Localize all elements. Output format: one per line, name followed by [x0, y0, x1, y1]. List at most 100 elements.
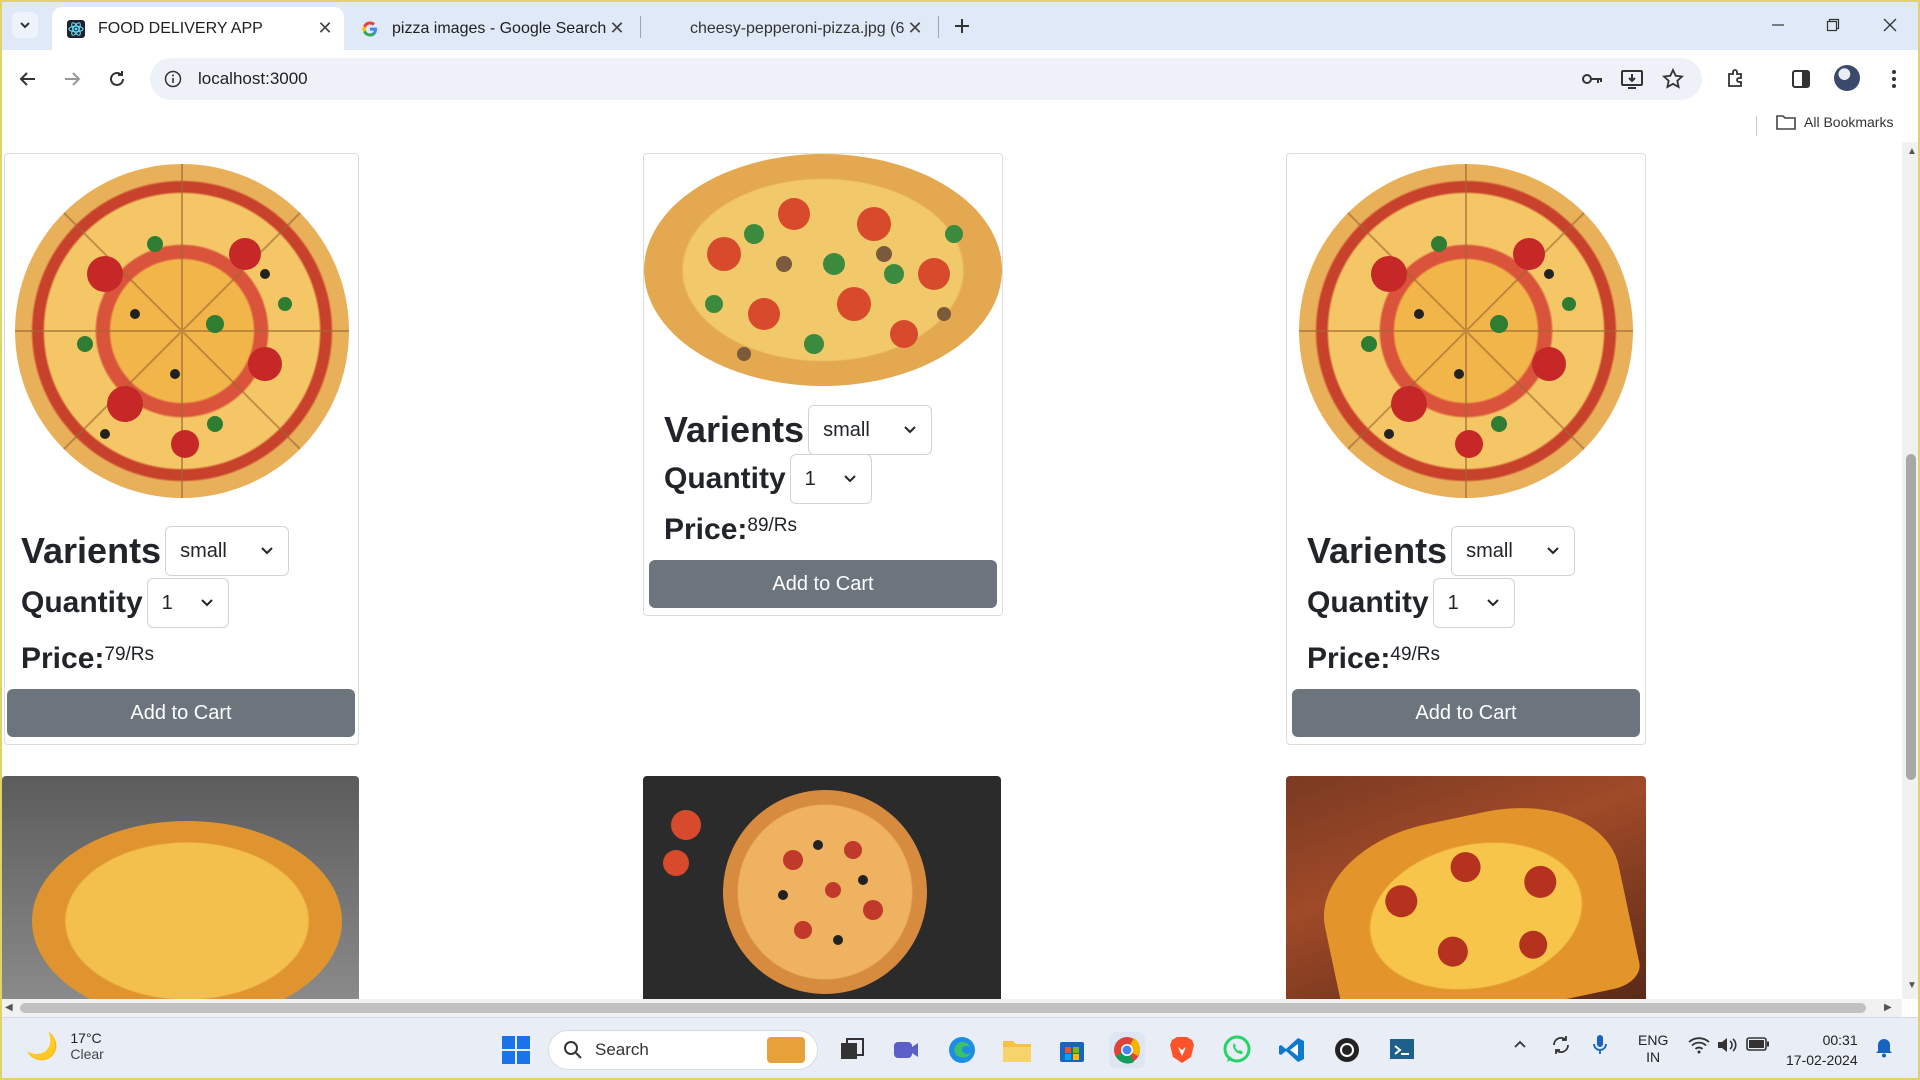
close-window-button[interactable]: [1870, 10, 1910, 40]
edge-icon[interactable]: [944, 1032, 980, 1068]
chevron-down-icon: [904, 426, 916, 434]
tab-title: pizza images - Google Search: [392, 19, 606, 37]
file-explorer-icon[interactable]: [999, 1032, 1035, 1068]
quantity-row: Quantity 1: [664, 454, 872, 504]
quantity-row: Quantity 1: [21, 578, 229, 628]
variant-value: small: [823, 418, 870, 441]
variant-select[interactable]: small: [165, 526, 290, 576]
side-panel-icon[interactable]: [1787, 65, 1815, 93]
scroll-left-arrow[interactable]: ◀: [5, 1002, 13, 1013]
pizza-photo-margherita: [2, 776, 359, 999]
price-value: 79/Rs: [104, 644, 155, 665]
whatsapp-icon[interactable]: [1219, 1032, 1255, 1068]
close-icon[interactable]: ✕: [904, 18, 926, 40]
restore-button[interactable]: [1813, 10, 1853, 40]
battery-icon[interactable]: [1746, 1037, 1770, 1054]
taskbar: 🌙 17°C Clear Search ENG IN 00:31 17-02-2…: [0, 1017, 1920, 1080]
time-text: 00:31: [1822, 1032, 1858, 1048]
add-to-cart-button[interactable]: Add to Cart: [1292, 689, 1640, 737]
back-button[interactable]: [12, 63, 44, 95]
tab-food-delivery[interactable]: FOOD DELIVERY APP ✕: [52, 7, 344, 50]
horizontal-scrollbar[interactable]: ◀ ▶: [0, 999, 1902, 1017]
tab-google-search[interactable]: pizza images - Google Search ✕: [346, 7, 636, 50]
chrome-icon[interactable]: [1109, 1032, 1145, 1068]
extensions-icon[interactable]: [1722, 65, 1750, 93]
remote-desktop-icon[interactable]: [1384, 1032, 1420, 1068]
quantity-select[interactable]: 1: [789, 454, 872, 504]
vertical-scroll-thumb[interactable]: [1906, 454, 1916, 780]
close-icon[interactable]: ✕: [606, 18, 628, 40]
language-indicator[interactable]: ENG IN: [1638, 1032, 1668, 1066]
profile-avatar[interactable]: [1834, 65, 1860, 91]
variant-label: Varients: [21, 530, 162, 571]
variant-row: Varients small: [664, 405, 933, 455]
search-label: Search: [595, 1040, 649, 1059]
horizontal-scroll-thumb[interactable]: [20, 1003, 1866, 1013]
install-app-icon[interactable]: [1618, 65, 1646, 93]
volume-icon[interactable]: [1716, 1036, 1738, 1057]
forward-button[interactable]: [56, 63, 88, 95]
add-to-cart-button[interactable]: Add to Cart: [649, 560, 997, 608]
tomato-decoration: [663, 850, 689, 876]
price-value: 89/Rs: [747, 515, 798, 536]
taskbar-search[interactable]: Search: [548, 1030, 818, 1070]
chevron-up-icon[interactable]: [1512, 1036, 1528, 1055]
bookmarks-bar: All Bookmarks: [0, 108, 1920, 142]
arrow-left-icon: [19, 72, 35, 86]
tab-search-button[interactable]: [12, 12, 38, 38]
variant-value: small: [180, 539, 227, 562]
quantity-select[interactable]: 1: [1432, 578, 1515, 628]
meet-icon[interactable]: [888, 1032, 924, 1068]
url-text: localhost:3000: [198, 69, 308, 88]
windows-start-icon[interactable]: [498, 1032, 534, 1068]
scroll-up-arrow[interactable]: ▲: [1907, 146, 1917, 157]
quantity-select[interactable]: 1: [146, 578, 229, 628]
tab-pizza-image[interactable]: cheesy-pepperoni-pizza.jpg (61 ✕: [644, 7, 934, 50]
close-icon[interactable]: ✕: [314, 18, 336, 40]
region-code: IN: [1646, 1049, 1661, 1065]
google-icon: [360, 19, 380, 39]
sync-icon[interactable]: [1550, 1034, 1572, 1059]
minimize-icon: [1772, 24, 1784, 26]
price-row: Price: 89/Rs: [664, 513, 797, 547]
new-tab-button[interactable]: [948, 12, 976, 40]
store-icon[interactable]: [1054, 1032, 1090, 1068]
reload-button[interactable]: [101, 63, 133, 95]
notification-bell-icon[interactable]: [1874, 1036, 1894, 1061]
menu-kebab-icon[interactable]: [1880, 65, 1908, 93]
tab-separator: [938, 16, 939, 38]
pizza-image: [1299, 164, 1633, 498]
github-desktop-icon[interactable]: [1329, 1032, 1365, 1068]
weather-temp: 17°C: [70, 1030, 102, 1046]
variant-select[interactable]: small: [808, 405, 933, 455]
variant-value: small: [1466, 539, 1513, 562]
scroll-right-arrow[interactable]: ▶: [1884, 1002, 1892, 1013]
language-code: ENG: [1638, 1032, 1669, 1048]
clock[interactable]: 00:31 17-02-2024: [1786, 1030, 1858, 1070]
chevron-down-icon: [1547, 547, 1559, 555]
brave-icon[interactable]: [1164, 1032, 1200, 1068]
address-bar[interactable]: localhost:3000: [150, 58, 1702, 100]
vertical-scrollbar[interactable]: ▲ ▼: [1902, 142, 1920, 999]
task-view-icon[interactable]: [834, 1032, 870, 1068]
pizza-image: [1308, 786, 1644, 999]
quantity-label: Quantity: [664, 462, 786, 495]
add-to-cart-button[interactable]: Add to Cart: [7, 689, 355, 737]
vscode-icon[interactable]: [1274, 1032, 1310, 1068]
variant-select[interactable]: small: [1451, 526, 1576, 576]
weather-widget[interactable]: 🌙 17°C Clear: [26, 1030, 104, 1062]
chevron-down-icon: [843, 475, 856, 483]
variant-label: Varients: [664, 409, 805, 450]
pizza-image: [644, 154, 1002, 386]
scroll-down-arrow[interactable]: ▼: [1907, 980, 1917, 991]
wifi-icon[interactable]: [1688, 1036, 1710, 1057]
price-row: Price: 49/Rs: [1307, 642, 1440, 676]
info-icon[interactable]: [162, 68, 184, 90]
microphone-icon[interactable]: [1592, 1034, 1608, 1059]
minimize-button[interactable]: [1758, 10, 1798, 40]
password-key-icon[interactable]: [1578, 65, 1606, 93]
bookmark-star-icon[interactable]: [1659, 65, 1687, 93]
quantity-row: Quantity 1: [1307, 578, 1515, 628]
tab-strip: FOOD DELIVERY APP ✕ pizza images - Googl…: [0, 0, 1920, 50]
all-bookmarks-button[interactable]: All Bookmarks: [1776, 114, 1893, 130]
